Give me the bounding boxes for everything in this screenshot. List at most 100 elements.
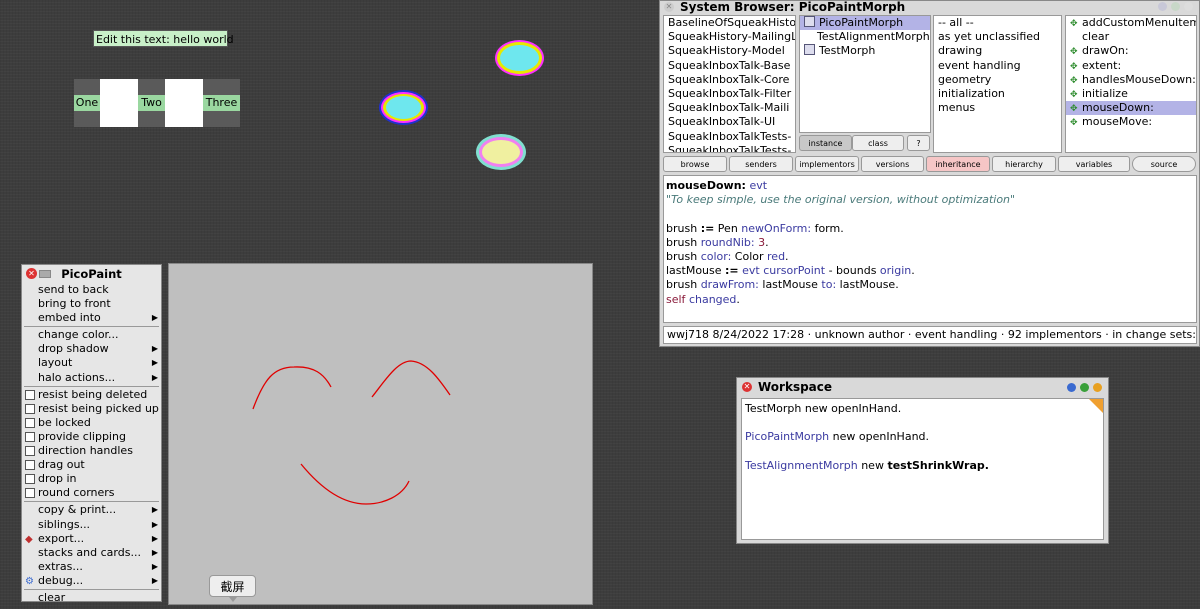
ellipse-morph[interactable] bbox=[379, 90, 428, 125]
menu-item[interactable]: resist being picked up bbox=[22, 402, 161, 416]
menu-item[interactable]: round corners bbox=[22, 486, 161, 500]
package-item[interactable]: SqueakInboxTalk-UI bbox=[664, 115, 795, 129]
classe-item[interactable]: TestAlignmentMorph bbox=[800, 30, 930, 44]
menu-item[interactable]: direction handles bbox=[22, 444, 161, 458]
menu-item[interactable]: send to back bbox=[22, 283, 161, 297]
menu-item-label: drop in bbox=[38, 472, 77, 486]
collapse-icon[interactable] bbox=[1158, 2, 1167, 11]
categorie-item[interactable]: -- all -- bbox=[934, 16, 1061, 30]
collapse-icon[interactable] bbox=[39, 270, 51, 278]
checkbox[interactable] bbox=[25, 403, 35, 414]
checkbox[interactable] bbox=[25, 389, 35, 400]
categorie-item[interactable]: menus bbox=[934, 101, 1061, 115]
code-token: lastMouse bbox=[666, 264, 726, 278]
checkbox[interactable] bbox=[25, 488, 35, 499]
categorie-item[interactable]: initialization bbox=[934, 87, 1061, 101]
inheritance-button[interactable]: inheritance bbox=[926, 156, 990, 172]
menu-item[interactable]: resist being deleted bbox=[22, 388, 161, 402]
instance-toggle[interactable]: instance bbox=[799, 135, 852, 151]
menu-item[interactable]: be locked bbox=[22, 416, 161, 430]
menu-item[interactable]: ⚙ debug... ▶ bbox=[22, 574, 161, 588]
package-list[interactable]: BaselineOfSqueakHisto SqueakHistory-Maili… bbox=[663, 15, 796, 153]
method-list[interactable]: ✥ addCustomMenuItem clear ✥ drawOn: ✥ extent: ✥… bbox=[1065, 15, 1197, 153]
checkbox[interactable] bbox=[25, 446, 35, 457]
package-item[interactable]: SqueakInboxTalkTests- bbox=[664, 130, 795, 144]
method-item[interactable]: ✥ addCustomMenuItem bbox=[1066, 16, 1196, 30]
source-button[interactable]: source bbox=[1132, 156, 1196, 172]
menu-item[interactable]: ◆ export... ▶ bbox=[22, 532, 161, 546]
categorie-item[interactable]: drawing bbox=[934, 44, 1061, 58]
alignment-morph[interactable]: One Two Three bbox=[74, 79, 240, 127]
variables-button[interactable]: variables bbox=[1058, 156, 1130, 172]
package-item[interactable]: SqueakInboxTalk-Maili bbox=[664, 101, 795, 115]
ellipse-morph[interactable] bbox=[476, 134, 526, 170]
code-arg: evt bbox=[749, 179, 768, 192]
window-title-bar[interactable]: ✕ System Browser: PicoPaintMorph bbox=[660, 1, 1199, 15]
method-item[interactable]: ✥ mouseDown: bbox=[1066, 101, 1196, 116]
editable-text-morph[interactable]: Edit this text: hello world bbox=[93, 30, 234, 47]
menu-item[interactable]: extras... ▶ bbox=[22, 560, 161, 574]
window-title-bar[interactable]: ✕ Workspace bbox=[737, 378, 1108, 396]
screenshot-tooltip[interactable]: 截屏 bbox=[209, 575, 256, 597]
menu-item[interactable]: siblings... ▶ bbox=[22, 518, 161, 532]
package-item[interactable]: SqueakHistory-Model bbox=[664, 44, 795, 58]
class-list[interactable]: PicoPaintMorph TestAlignmentMorph TestMorp… bbox=[799, 15, 931, 133]
expand-icon[interactable] bbox=[1171, 2, 1180, 11]
package-item[interactable]: SqueakInboxTalk-Base bbox=[664, 59, 795, 73]
categorie-item[interactable]: as yet unclassified bbox=[934, 30, 1061, 44]
help-button[interactable]: ? bbox=[907, 135, 930, 151]
method-item[interactable]: ✥ drawOn: bbox=[1066, 44, 1196, 58]
code-token: evt bbox=[742, 264, 760, 278]
class-reference: PicoPaintMorph bbox=[745, 430, 830, 444]
categorie-item[interactable]: geometry bbox=[934, 73, 1061, 87]
ellipse-morph[interactable] bbox=[495, 40, 544, 76]
menu-item[interactable]: drop in bbox=[22, 472, 161, 486]
method-item[interactable]: ✥ extent: bbox=[1066, 59, 1196, 73]
classe-item[interactable]: TestMorph bbox=[800, 44, 930, 58]
method-item[interactable]: clear bbox=[1066, 30, 1196, 44]
hierarchy-button[interactable]: hierarchy bbox=[992, 156, 1056, 172]
senders-button[interactable]: senders bbox=[729, 156, 793, 172]
menu-item[interactable]: change color... bbox=[22, 328, 161, 342]
menu-item[interactable]: drag out bbox=[22, 458, 161, 472]
menu-item[interactable]: bring to front bbox=[22, 297, 161, 311]
menu-icon[interactable] bbox=[1184, 2, 1193, 11]
expand-icon[interactable] bbox=[1080, 383, 1089, 392]
collapse-icon[interactable] bbox=[1067, 383, 1076, 392]
category-list[interactable]: -- all -- as yet unclassified drawing event… bbox=[933, 15, 1062, 153]
method-item[interactable]: ✥ handlesMouseDown: bbox=[1066, 73, 1196, 87]
menu-item[interactable]: stacks and cards... ▶ bbox=[22, 546, 161, 560]
code-pane[interactable]: mouseDown: evt "To keep simple, use the … bbox=[663, 175, 1197, 323]
menu-item[interactable]: layout ▶ bbox=[22, 356, 161, 370]
close-icon[interactable]: ✕ bbox=[26, 268, 37, 279]
package-item[interactable]: SqueakInboxTalk-Core bbox=[664, 73, 795, 87]
menu-icon[interactable] bbox=[1093, 383, 1102, 392]
checkbox[interactable] bbox=[25, 431, 35, 442]
checkbox[interactable] bbox=[25, 417, 35, 428]
close-icon[interactable]: ✕ bbox=[664, 2, 674, 12]
menu-item[interactable]: halo actions... ▶ bbox=[22, 371, 161, 385]
implementors-button[interactable]: implementors bbox=[795, 156, 859, 172]
close-icon[interactable]: ✕ bbox=[742, 382, 752, 392]
package-item[interactable]: BaselineOfSqueakHisto bbox=[664, 16, 795, 30]
menu-item[interactable]: clear bbox=[22, 591, 161, 605]
menu-item[interactable]: embed into ▶ bbox=[22, 311, 161, 325]
class-icon bbox=[804, 16, 815, 27]
package-item[interactable]: SqueakInboxTalkTests- bbox=[664, 144, 795, 152]
categorie-item[interactable]: event handling bbox=[934, 59, 1061, 73]
versions-button[interactable]: versions bbox=[861, 156, 924, 172]
browse-button[interactable]: browse bbox=[663, 156, 727, 172]
menu-item[interactable]: copy & print... ▶ bbox=[22, 503, 161, 517]
menu-item[interactable]: provide clipping bbox=[22, 430, 161, 444]
classe-item[interactable]: PicoPaintMorph bbox=[800, 16, 930, 31]
method-item[interactable]: ✥ mouseMove: bbox=[1066, 115, 1196, 129]
package-item[interactable]: SqueakInboxTalk-Filter bbox=[664, 87, 795, 101]
checkbox[interactable] bbox=[25, 460, 35, 471]
pico-paint-canvas[interactable] bbox=[168, 263, 593, 605]
checkbox[interactable] bbox=[25, 474, 35, 485]
package-item[interactable]: SqueakHistory-MailingL bbox=[664, 30, 795, 44]
class-toggle[interactable]: class bbox=[852, 135, 904, 151]
workspace-text[interactable]: TestMorph new openInHand. PicoPaintMorph… bbox=[741, 398, 1104, 540]
menu-item[interactable]: drop shadow ▶ bbox=[22, 342, 161, 356]
method-item[interactable]: ✥ initialize bbox=[1066, 87, 1196, 101]
